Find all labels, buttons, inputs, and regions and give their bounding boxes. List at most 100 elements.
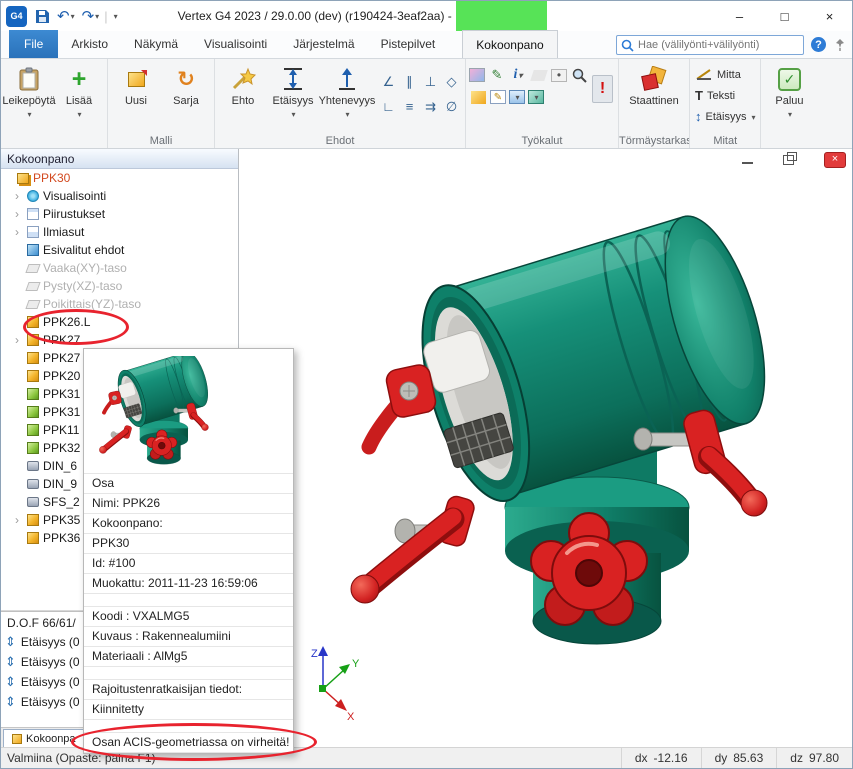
- y-axis-label: Y: [352, 658, 360, 670]
- panel-tab-kokoonpano[interactable]: Kokoonpa: [3, 729, 85, 747]
- redo-button[interactable]: [80, 5, 102, 27]
- render-image-icon[interactable]: [469, 68, 485, 82]
- valve-assembly-model[interactable]: [351, 201, 786, 644]
- etaisyys-dropdown-icon[interactable]: [290, 108, 295, 120]
- doc-restore-button[interactable]: [783, 155, 794, 165]
- tree-item[interactable]: Esivalitut ehdot: [1, 241, 238, 259]
- tree-item-label: PPK20: [43, 369, 80, 383]
- new-part-icon: [128, 64, 145, 94]
- uusi-button[interactable]: Uusi: [111, 61, 161, 107]
- part-info-icon[interactable]: i: [509, 66, 527, 84]
- etaisyys-button[interactable]: Etäisyys: [268, 61, 318, 120]
- expand-chevron-icon[interactable]: [15, 333, 23, 347]
- paluu-dropdown-icon[interactable]: [787, 108, 792, 120]
- constraint-button[interactable]: ⊥: [420, 69, 441, 94]
- ehto-button[interactable]: Ehto: [218, 61, 268, 107]
- tree-item[interactable]: Pysty(XZ)-taso: [1, 277, 238, 295]
- tree-item[interactable]: Vaaka(XY)-taso: [1, 259, 238, 277]
- geometry-warning-button[interactable]: !: [592, 75, 613, 103]
- wand-icon: [230, 64, 256, 94]
- minimize-button[interactable]: –: [717, 1, 762, 31]
- constraint-button[interactable]: ≡: [399, 94, 420, 119]
- constraint-button[interactable]: ∅: [441, 94, 462, 119]
- hide-part-icon[interactable]: [551, 69, 567, 82]
- distance-constraint-icon: [5, 634, 16, 650]
- part-info-tooltip: Osa Nimi: PPK26 Kokoonpano: PPK30 Id: #1…: [83, 348, 294, 754]
- ribbon: Leikepöytä + Lisää Uusi Sarja Malli: [1, 59, 852, 149]
- ribbon-tab[interactable]: Visualisointi: [191, 30, 280, 58]
- constraint-button[interactable]: ⇉: [420, 94, 441, 119]
- doc-close-button[interactable]: ×: [824, 152, 846, 168]
- expand-chevron-icon[interactable]: [15, 225, 23, 239]
- search-input[interactable]: [638, 39, 799, 51]
- app-icon[interactable]: G4: [6, 6, 27, 27]
- expand-chevron-icon[interactable]: [15, 207, 23, 221]
- yhtenevyys-button[interactable]: Yhtenevyys: [318, 61, 376, 120]
- paste-dropdown-icon[interactable]: [26, 108, 31, 120]
- tooltip-row-text: Osan ACIS-geometriassa on virheitä!: [92, 735, 289, 749]
- tree-item[interactable]: PPK27: [1, 331, 238, 349]
- tree-item-icon: [27, 244, 39, 256]
- constraint-button[interactable]: ∟: [378, 94, 399, 119]
- expand-chevron-icon[interactable]: [15, 189, 23, 203]
- zoom-part-icon[interactable]: [570, 66, 588, 84]
- add-button[interactable]: + Lisää: [54, 61, 104, 120]
- tree-item[interactable]: Piirustukset: [1, 205, 238, 223]
- components-icon[interactable]: [528, 90, 544, 104]
- dof-row-label: Etäisyys (0: [21, 635, 80, 649]
- tab-file[interactable]: File: [9, 30, 58, 58]
- model-viewport[interactable]: ×: [239, 149, 852, 747]
- tree-item-icon: [17, 173, 29, 184]
- distance-constraint-icon: [5, 694, 16, 710]
- tree-item-label: DIN_9: [43, 477, 77, 491]
- ribbon-tab[interactable]: Arkisto: [58, 30, 121, 58]
- pin-ribbon-icon[interactable]: [834, 38, 846, 55]
- window-controls: – □ ×: [717, 1, 852, 31]
- tree-item[interactable]: Ilmiasut: [1, 223, 238, 241]
- teksti-button[interactable]: T Teksti: [693, 85, 757, 106]
- section-plane-icon[interactable]: [530, 70, 548, 81]
- tree-item[interactable]: Visualisointi: [1, 187, 238, 205]
- add-label: Lisää: [66, 95, 92, 107]
- constraint-button[interactable]: ∠: [378, 69, 399, 94]
- paluu-button[interactable]: ✓ Paluu: [764, 61, 814, 120]
- save-icon: [35, 9, 50, 24]
- edit-sketch-icon[interactable]: [490, 90, 506, 104]
- mitat-etaisyys-dropdown-icon[interactable]: [750, 111, 755, 123]
- measure-box-icon[interactable]: [471, 91, 486, 104]
- tree-item[interactable]: PPK30: [1, 169, 238, 187]
- tooltip-row: Rajoitustenratkaisijan tiedot:: [84, 680, 293, 700]
- expand-chevron-icon[interactable]: [15, 513, 23, 527]
- tree-item[interactable]: PPK26.L: [1, 313, 238, 331]
- tooltip-row: Muokattu: 2011-11-23 16:59:06: [84, 574, 293, 594]
- ribbon-tab[interactable]: Pistepilvet: [368, 30, 449, 58]
- grid-icon[interactable]: [509, 90, 525, 104]
- coordinate-label: dz: [790, 751, 803, 765]
- undo-button[interactable]: [55, 5, 77, 27]
- constraint-button[interactable]: ∥: [399, 69, 420, 94]
- add-dropdown-icon[interactable]: [76, 108, 81, 120]
- staattinen-button[interactable]: Staattinen: [622, 61, 686, 107]
- maximize-button[interactable]: □: [762, 1, 807, 31]
- edit-drawing-icon[interactable]: [488, 66, 506, 84]
- yhtenevyys-dropdown-icon[interactable]: [344, 108, 349, 120]
- tab-kokoonpano[interactable]: Kokoonpano: [462, 30, 557, 58]
- sarja-button[interactable]: Sarja: [161, 61, 211, 107]
- help-button[interactable]: ?: [811, 37, 826, 52]
- doc-minimize-button[interactable]: [742, 156, 753, 164]
- paste-button[interactable]: Leikepöytä: [4, 61, 54, 120]
- dof-row-label: Etäisyys (0: [21, 675, 80, 689]
- mitta-button[interactable]: Mitta: [693, 64, 757, 85]
- ribbon-tab[interactable]: Näkymä: [121, 30, 191, 58]
- save-button[interactable]: [33, 5, 52, 27]
- 3d-model-canvas[interactable]: Z Y X: [239, 149, 852, 747]
- qat-customize-button[interactable]: [111, 5, 120, 27]
- constraint-button[interactable]: ◇: [441, 69, 462, 94]
- coincident-constraint-icon: [335, 64, 359, 94]
- tooltip-row: Kuvaus : Rakennealumiini: [84, 627, 293, 647]
- ribbon-tab[interactable]: Järjestelmä: [280, 30, 367, 58]
- tree-item[interactable]: Poikittais(YZ)-taso: [1, 295, 238, 313]
- close-button[interactable]: ×: [807, 1, 852, 31]
- mitat-etaisyys-button[interactable]: ↕ Etäisyys: [693, 106, 757, 127]
- coordinate-label: dx: [635, 751, 648, 765]
